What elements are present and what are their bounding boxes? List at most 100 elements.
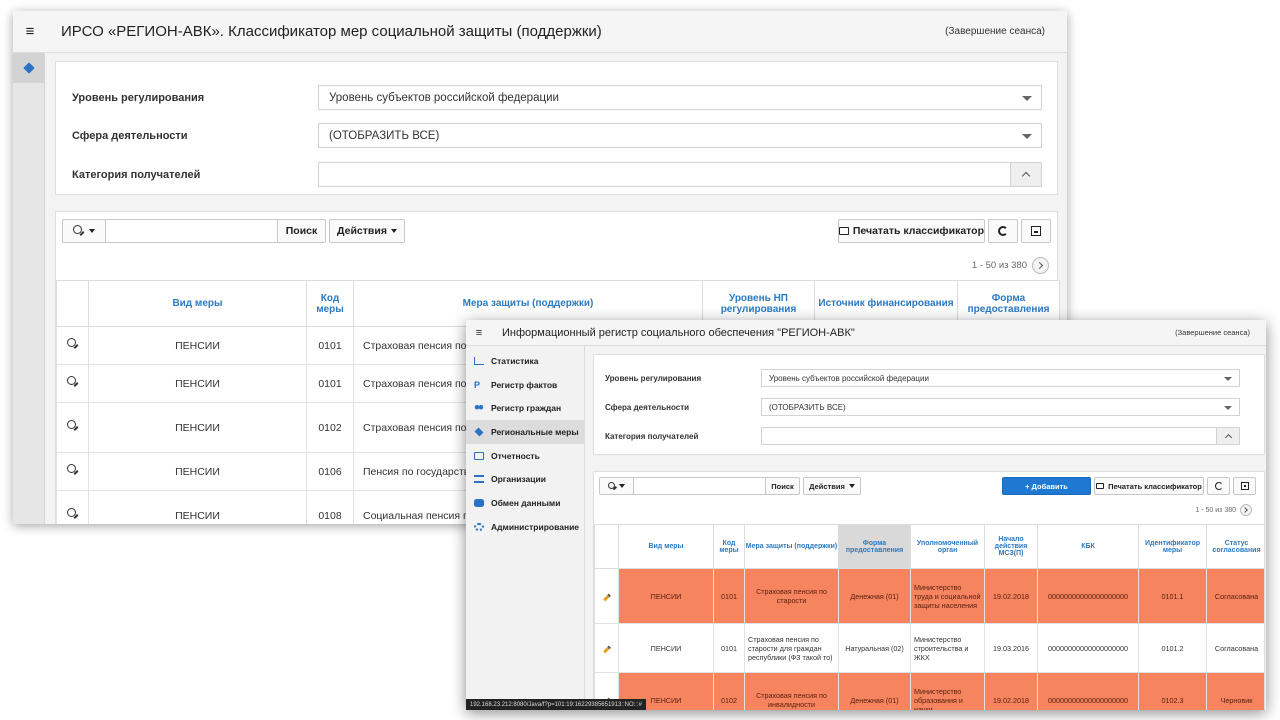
view-cell[interactable]: [56, 402, 89, 453]
table-row[interactable]: ПЕНСИИ 0102 Страховая пенсия по инвалидн…: [594, 672, 1264, 710]
view-cell[interactable]: [56, 490, 89, 524]
next-page-button[interactable]: [1240, 504, 1252, 516]
kind-cell: ПЕНСИИ: [618, 568, 714, 624]
search-input[interactable]: [633, 477, 766, 495]
code-cell: 0101: [713, 623, 745, 673]
view-cell[interactable]: [56, 452, 89, 491]
sidebar-item-data-exchange[interactable]: Обмен данными: [466, 491, 584, 515]
search-icon[interactable]: [66, 508, 79, 520]
kbk-cell: 00000000000000000000: [1037, 672, 1139, 710]
filter-row-level: Уровень регулирования Уровень субъектов …: [594, 369, 1264, 387]
register-window: ≡ Информационный регистр социального обе…: [466, 320, 1266, 710]
filter-label: Категория получателей: [72, 168, 201, 181]
code-cell: 0102: [713, 672, 745, 710]
column-header-start[interactable]: Начало действия МСЗ(П): [984, 524, 1038, 569]
column-header-org[interactable]: Уполномоченный орган: [910, 524, 985, 569]
export-icon: [1031, 226, 1041, 236]
search-icon: [608, 481, 617, 491]
column-header-kind[interactable]: Вид меры: [618, 524, 714, 569]
column-header-code[interactable]: Код меры: [306, 280, 354, 327]
sidebar-item-citizens-register[interactable]: Регистр граждан: [466, 396, 584, 420]
grid-toolbar: Поиск Действия Печатать классификатор: [56, 218, 1057, 244]
caret-down-icon: [390, 229, 397, 233]
sphere-select[interactable]: (ОТОБРАЗИТЬ ВСЕ): [318, 123, 1042, 148]
hamburger-menu-icon[interactable]: ≡: [466, 327, 492, 339]
search-input[interactable]: [105, 219, 278, 243]
form-cell: Денежная (01): [838, 672, 911, 710]
print-classifier-button[interactable]: Печатать классификатор: [1094, 477, 1204, 495]
table-row[interactable]: ПЕНСИИ 0101 Страховая пенсия по старости…: [594, 623, 1264, 673]
level-select-value: Уровень субъектов российской федерации: [329, 91, 559, 104]
logout-link[interactable]: (Завершение сеанса): [945, 26, 1067, 37]
cube-icon: [22, 62, 35, 74]
code-cell: 0102: [306, 402, 354, 453]
kbk-cell: 00000000000000000000: [1037, 623, 1139, 673]
column-header-id[interactable]: Идентификатор меры: [1138, 524, 1207, 569]
edit-icon: [474, 451, 484, 460]
logout-link[interactable]: (Завершение сеанса): [1175, 328, 1266, 337]
table-header-row: Вид меры Код меры Мера защиты (поддержки…: [594, 524, 1264, 569]
main-content: Уровень регулирования Уровень субъектов …: [585, 346, 1266, 710]
search-column-button[interactable]: [599, 477, 634, 495]
export-button[interactable]: [1021, 219, 1051, 243]
column-header-status[interactable]: Статус согласования: [1206, 524, 1264, 569]
pencil-icon[interactable]: [602, 593, 611, 601]
org-cell: Министерство образования и науки: [910, 672, 985, 710]
sidebar-item-reports[interactable]: Отчетность: [466, 444, 584, 468]
category-select[interactable]: [761, 427, 1240, 445]
sidebar-item-facts-register[interactable]: P Регистр фактов: [466, 373, 584, 397]
status-cell: Черновик: [1206, 672, 1264, 710]
actions-button[interactable]: Действия: [803, 477, 861, 495]
refresh-button[interactable]: [988, 219, 1018, 243]
hamburger-menu-icon[interactable]: ≡: [13, 23, 47, 40]
status-cell: Согласована: [1206, 623, 1264, 673]
print-classifier-button[interactable]: Печатать классификатор: [838, 219, 985, 243]
search-icon[interactable]: [66, 464, 79, 476]
view-cell[interactable]: [56, 364, 89, 403]
printer-icon: [1096, 483, 1105, 489]
search-button[interactable]: Поиск: [765, 477, 800, 495]
measure-cell: Страховая пенсия по старости: [744, 568, 839, 624]
sphere-select-value: (ОТОБРАЗИТЬ ВСЕ): [769, 402, 846, 412]
level-select[interactable]: Уровень субъектов российской федерации: [318, 85, 1042, 110]
pencil-icon[interactable]: [602, 645, 611, 653]
category-select[interactable]: [318, 162, 1042, 187]
collapse-button[interactable]: [1010, 162, 1042, 187]
sidebar-item-organizations[interactable]: Организации: [466, 467, 584, 491]
code-cell: 0101: [306, 326, 354, 365]
users-icon: [474, 404, 484, 413]
view-cell[interactable]: [56, 326, 89, 365]
caret-down-icon: [1224, 406, 1232, 410]
caret-down-icon: [619, 484, 625, 488]
sidebar-item-regional-measures[interactable]: [13, 53, 44, 83]
next-page-button[interactable]: [1032, 257, 1049, 274]
filter-label: Сфера деятельности: [72, 129, 188, 142]
search-icon[interactable]: [66, 376, 79, 388]
search-icon[interactable]: [66, 338, 79, 350]
edit-cell[interactable]: [594, 568, 619, 624]
search-icon[interactable]: [66, 420, 79, 432]
table-row[interactable]: ПЕНСИИ 0101 Страховая пенсия по старости…: [594, 568, 1264, 624]
column-header-kind[interactable]: Вид меры: [88, 280, 307, 327]
edit-cell[interactable]: [594, 623, 619, 673]
search-column-button[interactable]: [62, 219, 106, 243]
caret-down-icon: [89, 229, 95, 233]
sidebar-item-administration[interactable]: Администрирование: [466, 515, 584, 539]
export-button[interactable]: [1233, 477, 1256, 495]
kind-cell: ПЕНСИИ: [88, 402, 307, 453]
sidebar-item-statistics[interactable]: Статистика: [466, 349, 584, 373]
column-header-form[interactable]: Форма предоставления: [838, 524, 911, 569]
collapse-button[interactable]: [1216, 427, 1240, 445]
column-header-kbk[interactable]: КБК: [1037, 524, 1139, 569]
column-header-measure[interactable]: Мера защиты (поддержки): [744, 524, 839, 569]
sidebar-item-label: Статистика: [491, 355, 539, 366]
filter-row-level: Уровень регулирования Уровень субъектов …: [56, 85, 1057, 110]
level-select[interactable]: Уровень субъектов российской федерации: [761, 369, 1240, 387]
sphere-select[interactable]: (ОТОБРАЗИТЬ ВСЕ): [761, 398, 1240, 416]
refresh-button[interactable]: [1207, 477, 1230, 495]
add-button[interactable]: + Добавить: [1002, 477, 1091, 495]
actions-button[interactable]: Действия: [329, 219, 405, 243]
search-button[interactable]: Поиск: [277, 219, 326, 243]
column-header-code[interactable]: Код меры: [713, 524, 745, 569]
sidebar-item-regional-measures[interactable]: Региональные меры: [466, 420, 584, 444]
